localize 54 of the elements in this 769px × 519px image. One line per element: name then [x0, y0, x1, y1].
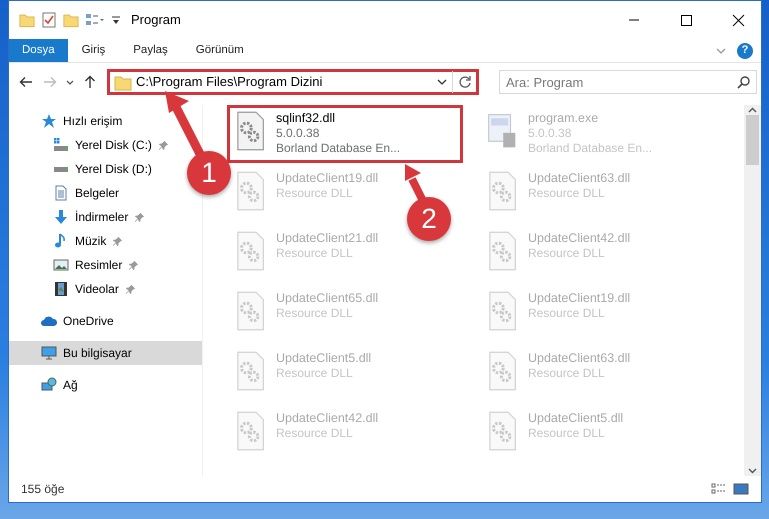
sidebar-item[interactable]: Yerel Disk (C:)	[9, 133, 173, 157]
close-icon	[730, 12, 746, 28]
pin-icon	[124, 284, 136, 294]
download-arrow-icon	[53, 209, 69, 225]
file-menu-tab[interactable]: Dosya	[9, 39, 68, 62]
window-title: Program	[131, 11, 181, 30]
pin-icon	[134, 212, 146, 222]
checklist-icon[interactable]	[41, 12, 57, 28]
refresh-icon	[458, 75, 472, 89]
large-icons-view-icon[interactable]	[733, 482, 749, 496]
pin-icon	[128, 260, 140, 270]
star-icon	[41, 113, 57, 129]
details-view-icon[interactable]	[711, 482, 727, 496]
pin-icon	[158, 140, 169, 150]
sidebar-item[interactable]: Müzik	[9, 229, 128, 253]
step-number-badge: 1	[187, 151, 231, 195]
scroll-down-icon[interactable]	[748, 468, 757, 474]
sidebar-item[interactable]: OneDrive	[9, 309, 118, 333]
sidebar-item[interactable]: Ağ	[9, 373, 82, 397]
forward-icon	[43, 75, 57, 89]
scroll-up-icon[interactable]	[748, 107, 757, 113]
dropdown-icon[interactable]	[111, 14, 121, 26]
view-list-icon[interactable]	[85, 12, 105, 28]
search-field[interactable]: Ara: Program	[499, 70, 757, 94]
drive-icon	[53, 166, 69, 172]
sidebar-item[interactable]: Resimler	[9, 253, 144, 277]
pin-icon	[112, 236, 124, 246]
sidebar-item[interactable]: Belgeler	[9, 181, 124, 205]
help-button[interactable]: ?	[737, 42, 753, 58]
step-number-badge: 2	[407, 197, 451, 241]
scroll-bar[interactable]	[744, 105, 761, 476]
picture-icon	[53, 257, 69, 273]
search-icon	[737, 75, 751, 89]
folder-icon	[114, 74, 132, 90]
sidebar-item[interactable]: Yerel Disk (D:)	[9, 157, 156, 181]
computer-icon	[41, 345, 57, 361]
ribbon-tab[interactable]: Görünüm	[182, 39, 258, 62]
sidebar-item[interactable]: Bu bilgisayar	[9, 341, 202, 365]
back-icon	[19, 75, 33, 89]
ribbon-tab[interactable]: Giriş	[68, 39, 120, 62]
scroll-thumb[interactable]	[746, 115, 759, 165]
up-icon	[83, 75, 97, 89]
document-icon	[53, 185, 69, 201]
drive-icon	[53, 137, 69, 153]
sidebar-item[interactable]: İndirmeler	[9, 205, 150, 229]
film-strip-icon	[53, 281, 69, 297]
item-count: 155 öğe	[21, 481, 64, 498]
file-item[interactable]: sqlinf32.dll 5.0.0.38 Borland Database En...	[227, 105, 463, 163]
minimize-icon	[629, 19, 639, 21]
address-bar[interactable]: C:\Program Files\Program Dizini	[107, 69, 479, 95]
network-icon	[41, 377, 57, 393]
sidebar-item[interactable]: Videolar	[9, 277, 140, 301]
sidebar-item[interactable]: Hızlı erişim	[9, 109, 126, 133]
ribbon-tab[interactable]: Paylaş	[119, 39, 182, 62]
